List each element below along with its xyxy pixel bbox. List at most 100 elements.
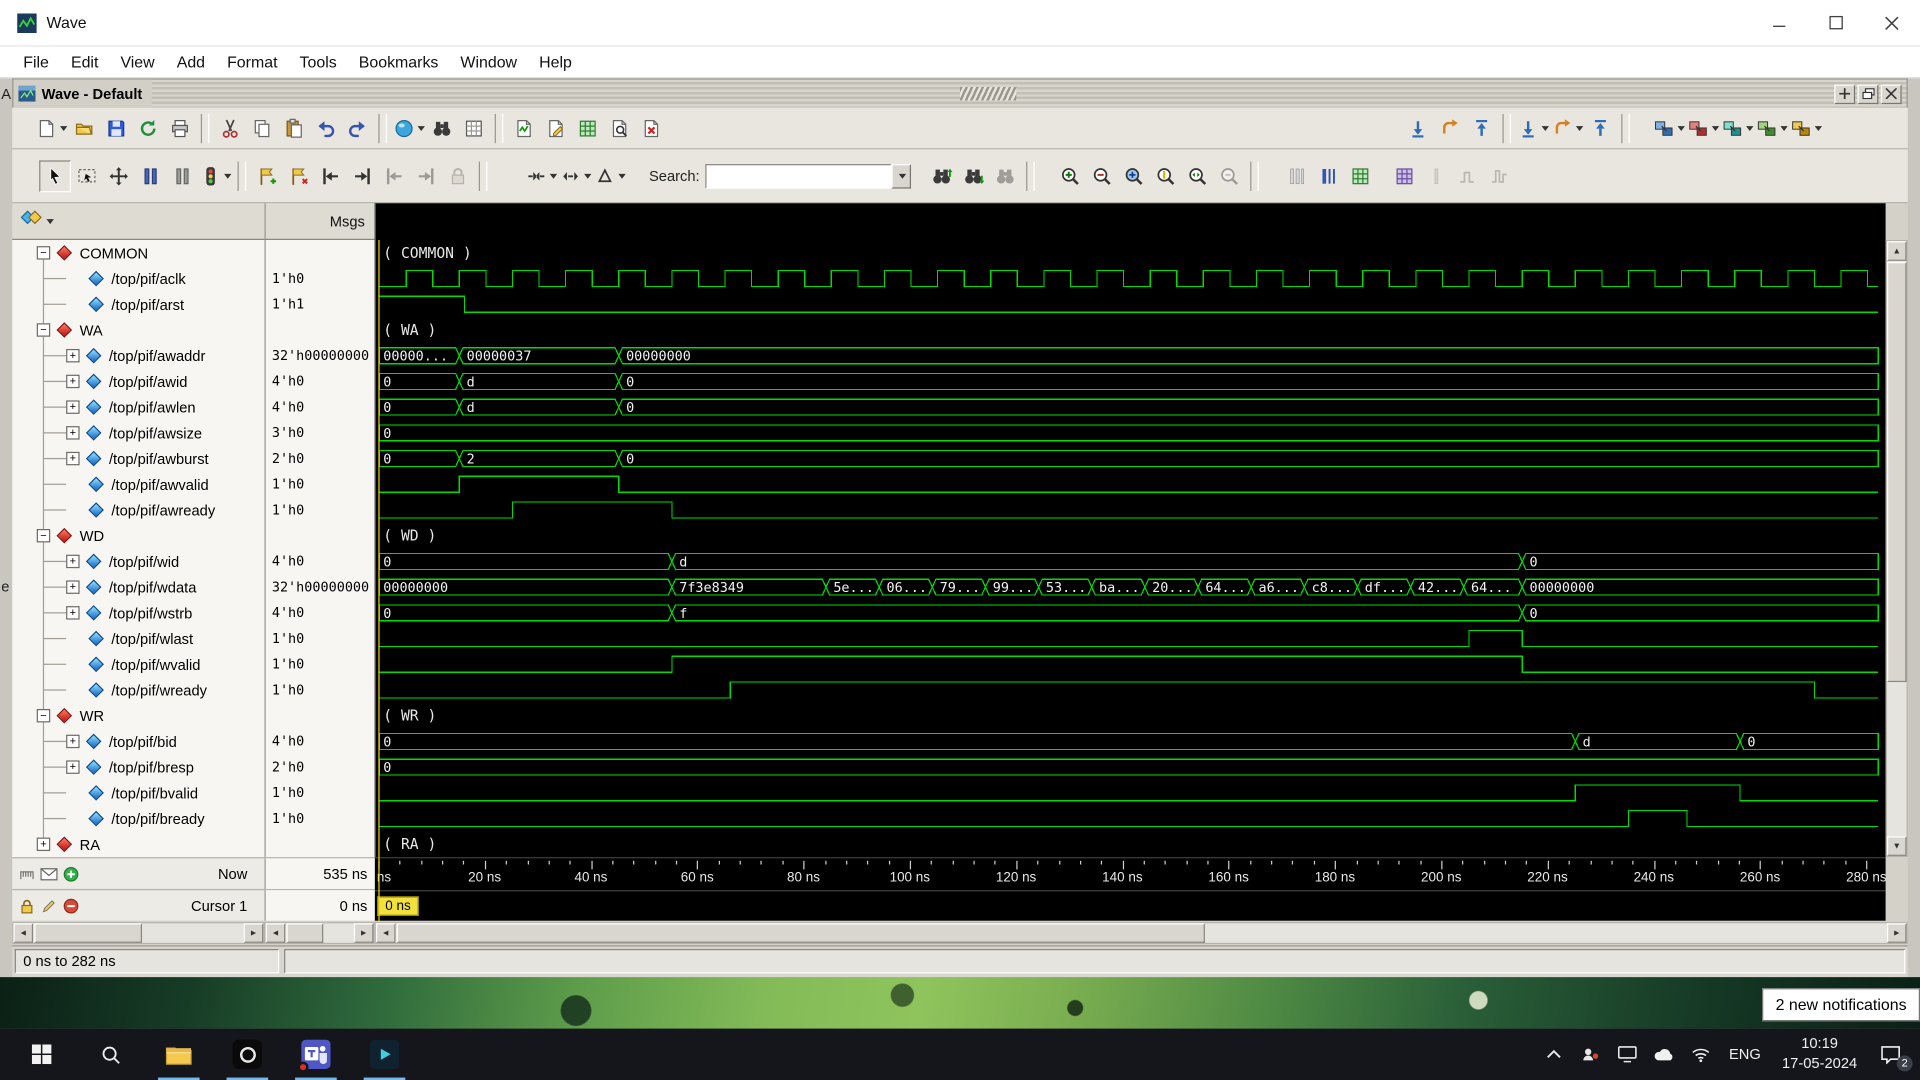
scroll-left-button[interactable]: ◄ bbox=[13, 923, 33, 943]
dropdown-caret[interactable] bbox=[1746, 126, 1753, 135]
print-button[interactable] bbox=[164, 112, 196, 144]
dropdown-caret[interactable] bbox=[1815, 126, 1822, 135]
pane-grip-handle[interactable] bbox=[960, 87, 1016, 100]
dropdown-caret[interactable] bbox=[60, 126, 67, 135]
show-grid-button[interactable] bbox=[1345, 160, 1377, 192]
waveform-canvas[interactable]: ( COMMON )( WA )00000...0000003700000000… bbox=[375, 240, 1886, 857]
next-event-button[interactable] bbox=[1516, 112, 1550, 144]
tree-group-wd[interactable]: −WD bbox=[12, 523, 264, 549]
cursor-time-box[interactable]: 0 ns bbox=[377, 896, 419, 916]
start-button[interactable] bbox=[7, 1029, 76, 1080]
pencil-icon[interactable] bbox=[39, 896, 57, 914]
dropdown-caret[interactable] bbox=[618, 174, 625, 183]
restore-view-button[interactable] bbox=[1434, 112, 1466, 144]
pane-undock-button[interactable] bbox=[1858, 84, 1879, 104]
delta-time-mode-button[interactable] bbox=[593, 160, 627, 192]
collapse-box[interactable]: − bbox=[37, 323, 50, 336]
show-cursors-button[interactable] bbox=[1281, 160, 1313, 192]
zoom-in-on-active-cursor-button[interactable] bbox=[1150, 160, 1182, 192]
expand-box[interactable]: + bbox=[66, 580, 79, 593]
black-circle-app-button[interactable] bbox=[213, 1029, 282, 1080]
memory-view-button[interactable] bbox=[572, 112, 604, 144]
first-event-button[interactable] bbox=[1584, 112, 1616, 144]
undo-button[interactable] bbox=[310, 112, 342, 144]
scroll-up-button[interactable]: ▲ bbox=[1887, 241, 1907, 261]
tree-signal-bready[interactable]: /top/pif/bready bbox=[12, 806, 264, 832]
file-explorer-button[interactable] bbox=[144, 1029, 213, 1080]
timeline-ruler[interactable]: 0 ns20 ns40 ns60 ns80 ns100 ns120 ns140 … bbox=[375, 857, 1886, 890]
scroll-down-button[interactable]: ▼ bbox=[1887, 836, 1907, 856]
expand-box[interactable]: + bbox=[66, 452, 79, 465]
collapse-box[interactable]: − bbox=[37, 246, 50, 259]
scroll-right-button[interactable]: ► bbox=[244, 923, 264, 943]
onedrive-cloud-icon[interactable] bbox=[1646, 1029, 1683, 1080]
add-to-watch-button[interactable] bbox=[1720, 112, 1754, 144]
tree-signal-wstrb[interactable]: +/top/pif/wstrb bbox=[12, 600, 264, 626]
log-waves-button[interactable] bbox=[508, 112, 540, 144]
expand-box[interactable]: + bbox=[66, 760, 79, 773]
cursor-track[interactable]: 0 ns bbox=[375, 890, 1886, 921]
pan-mode-button[interactable] bbox=[103, 160, 135, 192]
wifi-icon[interactable] bbox=[1682, 1029, 1719, 1080]
expand-box[interactable]: + bbox=[66, 349, 79, 362]
expand-box[interactable]: + bbox=[66, 735, 79, 748]
add-to-schematic-button[interactable] bbox=[1755, 112, 1789, 144]
compare-mode-button[interactable] bbox=[167, 160, 199, 192]
edit-mode-button[interactable] bbox=[135, 160, 167, 192]
previous-event-button[interactable] bbox=[1550, 112, 1584, 144]
expand-box[interactable]: + bbox=[66, 426, 79, 439]
pane-close-button[interactable] bbox=[1881, 84, 1902, 104]
save-format-button[interactable] bbox=[100, 112, 132, 144]
tree-signal-wid[interactable]: +/top/pif/wid bbox=[12, 549, 264, 575]
dropdown-caret[interactable] bbox=[550, 174, 557, 183]
show-compare-button[interactable] bbox=[1389, 160, 1421, 192]
padlock-icon[interactable] bbox=[17, 896, 35, 914]
scrollbar-thumb[interactable] bbox=[34, 923, 142, 943]
reload-button[interactable] bbox=[132, 112, 164, 144]
pane-titlebar[interactable]: Wave - Default bbox=[12, 78, 1908, 107]
tray-people-icon[interactable] bbox=[1572, 1029, 1609, 1080]
tree-group-ra[interactable]: +RA bbox=[12, 831, 264, 857]
collapse-box[interactable]: − bbox=[37, 709, 50, 722]
add-selected-to-window-button[interactable] bbox=[392, 112, 426, 144]
maximize-button[interactable] bbox=[1807, 0, 1863, 45]
expand-time-button[interactable] bbox=[558, 160, 592, 192]
open-file-button[interactable] bbox=[69, 112, 101, 144]
tree-signal-awready[interactable]: /top/pif/awready bbox=[12, 497, 264, 523]
edit-waves-button[interactable] bbox=[540, 112, 572, 144]
scroll-right-button[interactable]: ► bbox=[354, 923, 374, 943]
menu-format[interactable]: Format bbox=[216, 47, 288, 78]
display-icon[interactable] bbox=[1609, 1029, 1646, 1080]
tree-signal-bresp[interactable]: +/top/pif/bresp bbox=[12, 754, 264, 780]
taskbar-search-button[interactable] bbox=[76, 1029, 145, 1080]
find-button[interactable] bbox=[426, 112, 458, 144]
insert-cursor-button[interactable] bbox=[251, 160, 283, 192]
select-mode-button[interactable] bbox=[39, 160, 71, 192]
zoom-full-button[interactable] bbox=[1118, 160, 1150, 192]
language-indicator[interactable]: ENG bbox=[1719, 1046, 1770, 1063]
zoom-in-button[interactable] bbox=[1055, 160, 1087, 192]
pane-add-button[interactable] bbox=[1834, 84, 1855, 104]
notification-banner[interactable]: 2 new notifications bbox=[1762, 988, 1920, 1021]
zoom-out-button[interactable] bbox=[1087, 160, 1119, 192]
collapse-time-button[interactable] bbox=[524, 160, 558, 192]
names-scrollbar[interactable]: ◄ ► bbox=[12, 922, 264, 944]
add-to-dataflow-button[interactable] bbox=[1652, 112, 1686, 144]
cursor1-row[interactable]: Cursor 1 0 ns bbox=[12, 889, 374, 921]
expand-box[interactable]: + bbox=[66, 375, 79, 388]
msgs-column-header[interactable]: Msgs bbox=[264, 203, 374, 240]
expand-box[interactable]: + bbox=[66, 555, 79, 568]
zoom-others-button[interactable] bbox=[1182, 160, 1214, 192]
signal-tree[interactable]: −COMMON/top/pif/aclk/top/pif/arst−WA+/to… bbox=[12, 240, 264, 857]
values-scrollbar[interactable]: ◄ ► bbox=[264, 922, 374, 944]
redo-button[interactable] bbox=[342, 112, 374, 144]
previous-transition-button[interactable] bbox=[315, 160, 347, 192]
tree-group-wr[interactable]: −WR bbox=[12, 703, 264, 729]
expand-box[interactable]: + bbox=[66, 400, 79, 413]
expand-box[interactable]: + bbox=[66, 606, 79, 619]
tree-signal-wready[interactable]: /top/pif/wready bbox=[12, 677, 264, 703]
tree-signal-awlen[interactable]: +/top/pif/awlen bbox=[12, 394, 264, 420]
stop-wave-drawing-button[interactable] bbox=[198, 160, 232, 192]
green-plus-icon[interactable] bbox=[61, 864, 79, 882]
collapse-box[interactable]: − bbox=[37, 529, 50, 542]
